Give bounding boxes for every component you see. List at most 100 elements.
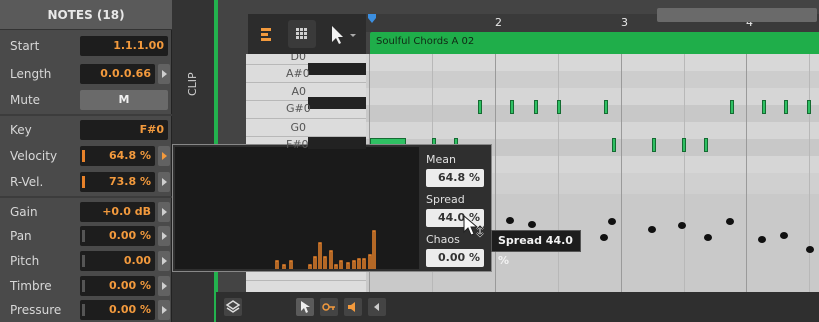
gain-field[interactable]: +0.0 dB xyxy=(80,202,155,222)
note[interactable] xyxy=(762,100,766,114)
layers-icon xyxy=(225,300,241,313)
gain-value: +0.0 dB xyxy=(102,205,151,218)
timbre-label: Timbre xyxy=(10,279,52,293)
pitch-label: Pitch xyxy=(10,254,40,268)
black-key[interactable] xyxy=(308,97,366,109)
mean-field[interactable]: 64.8 % xyxy=(426,169,484,187)
velocity-point[interactable] xyxy=(780,232,788,239)
pitch-meter xyxy=(82,255,85,267)
velocity-point[interactable] xyxy=(506,217,514,224)
velocity-point[interactable] xyxy=(528,221,536,228)
grid-line xyxy=(746,54,747,292)
scroll-left-button[interactable] xyxy=(368,298,386,316)
note[interactable] xyxy=(534,100,538,114)
horizontal-scrollbar[interactable] xyxy=(657,8,817,22)
timbre-expand-button[interactable] xyxy=(158,276,170,296)
divider xyxy=(0,196,172,198)
length-field[interactable]: 0.0.0.66 xyxy=(80,64,155,84)
pointer-tool-button[interactable] xyxy=(324,20,356,48)
black-key[interactable] xyxy=(308,63,366,75)
pressure-label: Pressure xyxy=(10,303,62,317)
grid-button[interactable] xyxy=(288,20,316,48)
key-icon xyxy=(322,303,335,311)
key-label: Key xyxy=(10,123,32,137)
velocity-point[interactable] xyxy=(648,226,656,233)
rvel-meter xyxy=(82,176,85,188)
notes-inspector: NOTES (18) Start 1.1.1.00 Length 0.0.0.6… xyxy=(0,0,172,322)
grid-icon xyxy=(296,28,307,39)
velocity-point[interactable] xyxy=(726,218,734,225)
mute-button[interactable]: M xyxy=(80,90,168,110)
mute-row: Mute M xyxy=(0,88,172,112)
velocity-value: 64.8 % xyxy=(109,149,151,162)
mean-label: Mean xyxy=(426,153,456,166)
audition-button[interactable] xyxy=(344,298,362,316)
note[interactable] xyxy=(510,100,514,114)
pan-expand-button[interactable] xyxy=(158,226,170,246)
velocity-field[interactable]: 64.8 % xyxy=(80,146,155,166)
pan-row: Pan 0.00 % xyxy=(0,224,172,248)
velocity-point[interactable] xyxy=(758,236,766,243)
mouse-cursor-icon xyxy=(463,214,484,238)
key-field[interactable]: F#0 xyxy=(80,120,168,140)
start-label: Start xyxy=(10,39,40,53)
note[interactable] xyxy=(557,100,561,114)
grid-line xyxy=(495,54,496,292)
start-field[interactable]: 1.1.1.00 xyxy=(80,36,168,56)
gain-expand-button[interactable] xyxy=(158,202,170,222)
note[interactable] xyxy=(730,100,734,114)
velocity-meter xyxy=(82,150,85,162)
grid-row xyxy=(366,105,819,122)
rvel-value: 73.8 % xyxy=(109,175,151,188)
select-tool-icon xyxy=(301,301,310,313)
clip-header[interactable]: Soulful Chords A 02 xyxy=(370,32,819,54)
key-filter-button[interactable] xyxy=(320,298,338,316)
black-key[interactable] xyxy=(308,137,366,149)
editor-toolbar xyxy=(248,14,366,54)
velocity-point[interactable] xyxy=(608,218,616,225)
playhead-marker-icon[interactable] xyxy=(366,14,380,32)
note[interactable] xyxy=(784,100,788,114)
pan-field[interactable]: 0.00 % xyxy=(80,226,155,246)
timbre-field[interactable]: 0.00 % xyxy=(80,276,155,296)
spread-label: Spread xyxy=(426,193,465,206)
grid-row xyxy=(366,122,819,139)
timbre-meter xyxy=(82,280,85,292)
grid-line xyxy=(684,54,685,292)
piano-key[interactable] xyxy=(246,120,366,137)
pressure-expand-button[interactable] xyxy=(158,300,170,320)
velocity-point[interactable] xyxy=(600,234,608,241)
rvel-expand-button[interactable] xyxy=(158,172,170,192)
length-expand-button[interactable] xyxy=(158,64,170,84)
note[interactable] xyxy=(704,138,708,152)
pressure-field[interactable]: 0.00 % xyxy=(80,300,155,320)
length-label: Length xyxy=(10,67,52,81)
velocity-point[interactable] xyxy=(806,246,814,253)
ruler-mark-3: 3 xyxy=(621,16,628,29)
note[interactable] xyxy=(604,100,608,114)
pitch-field[interactable]: 0.00 xyxy=(80,251,155,271)
sequencer-icon xyxy=(261,28,271,41)
note[interactable] xyxy=(807,100,811,114)
sequencer-button[interactable] xyxy=(252,20,280,48)
pitch-row: Pitch 0.00 xyxy=(0,249,172,273)
note[interactable] xyxy=(478,100,482,114)
select-tool-button[interactable] xyxy=(296,298,314,316)
grid-line xyxy=(809,54,810,292)
velocity-expand-button[interactable] xyxy=(158,146,170,166)
note[interactable] xyxy=(612,138,616,152)
velocity-label: Velocity xyxy=(10,149,58,163)
velocity-point[interactable] xyxy=(704,234,712,241)
layers-button[interactable] xyxy=(224,298,242,316)
clip-tab[interactable]: CLIP xyxy=(186,72,199,96)
chaos-field[interactable]: 0.00 % xyxy=(426,249,484,267)
start-value: 1.1.1.00 xyxy=(113,39,164,52)
note[interactable] xyxy=(652,138,656,152)
pressure-value: 0.00 % xyxy=(109,303,151,316)
inspector-title: NOTES (18) xyxy=(0,0,172,30)
note[interactable] xyxy=(682,138,686,152)
pitch-expand-button[interactable] xyxy=(158,251,170,271)
rvel-field[interactable]: 73.8 % xyxy=(80,172,155,192)
velocity-point[interactable] xyxy=(678,222,686,229)
key-label-f-sharp-0: F#0 xyxy=(286,138,309,151)
